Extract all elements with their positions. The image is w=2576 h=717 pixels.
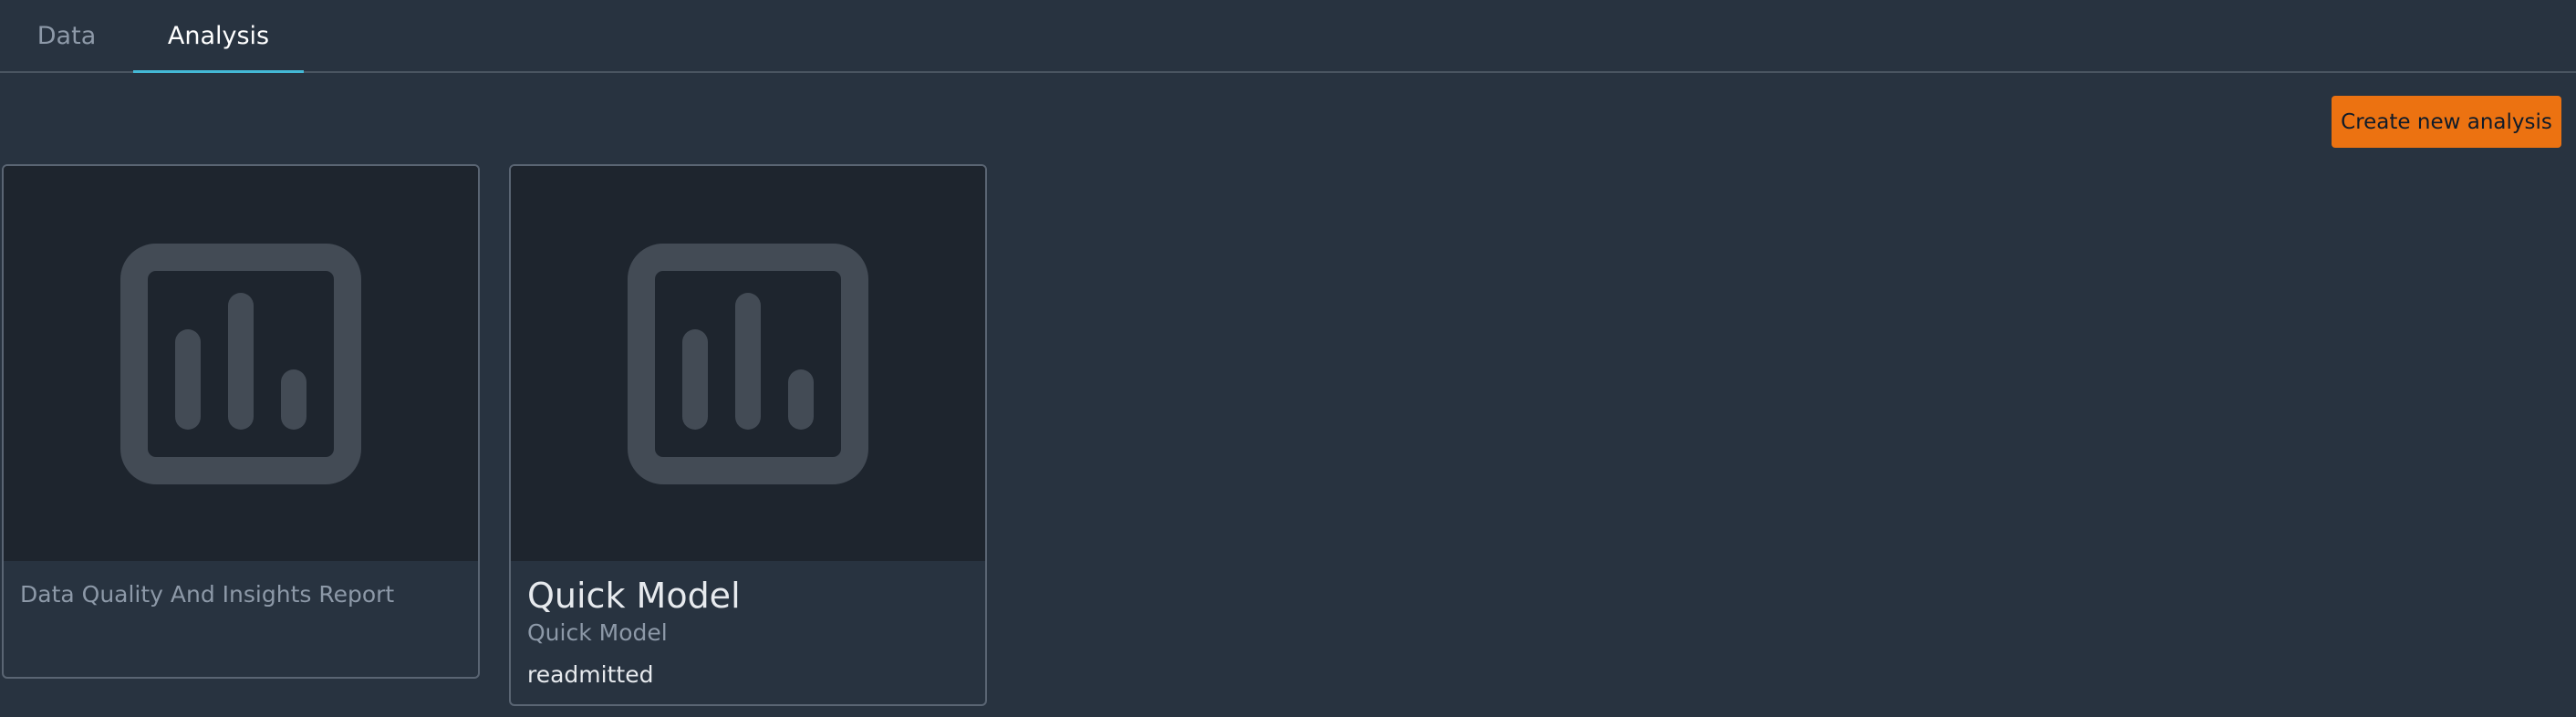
analysis-page: Data Analysis Create new analysis Data Q… <box>0 0 2576 717</box>
create-new-analysis-button[interactable]: Create new analysis <box>2332 96 2561 148</box>
card-name: Data Quality And Insights Report <box>20 581 395 608</box>
card-target-column: readmitted <box>527 661 654 688</box>
card-thumbnail <box>4 166 478 561</box>
tab-data[interactable]: Data <box>0 0 133 71</box>
bar-chart-icon <box>628 243 868 484</box>
tab-bar: Data Analysis <box>0 0 2576 73</box>
tab-analysis[interactable]: Analysis <box>133 0 304 73</box>
card-title: Quick Model <box>527 576 741 616</box>
bar-chart-icon <box>120 243 361 484</box>
analysis-card-quick-model[interactable]: Quick Model Quick Model readmitted <box>509 164 987 706</box>
card-subtitle: Quick Model <box>527 619 668 646</box>
analysis-card-data-quality[interactable]: Data Quality And Insights Report <box>2 164 480 679</box>
card-thumbnail <box>511 166 985 561</box>
